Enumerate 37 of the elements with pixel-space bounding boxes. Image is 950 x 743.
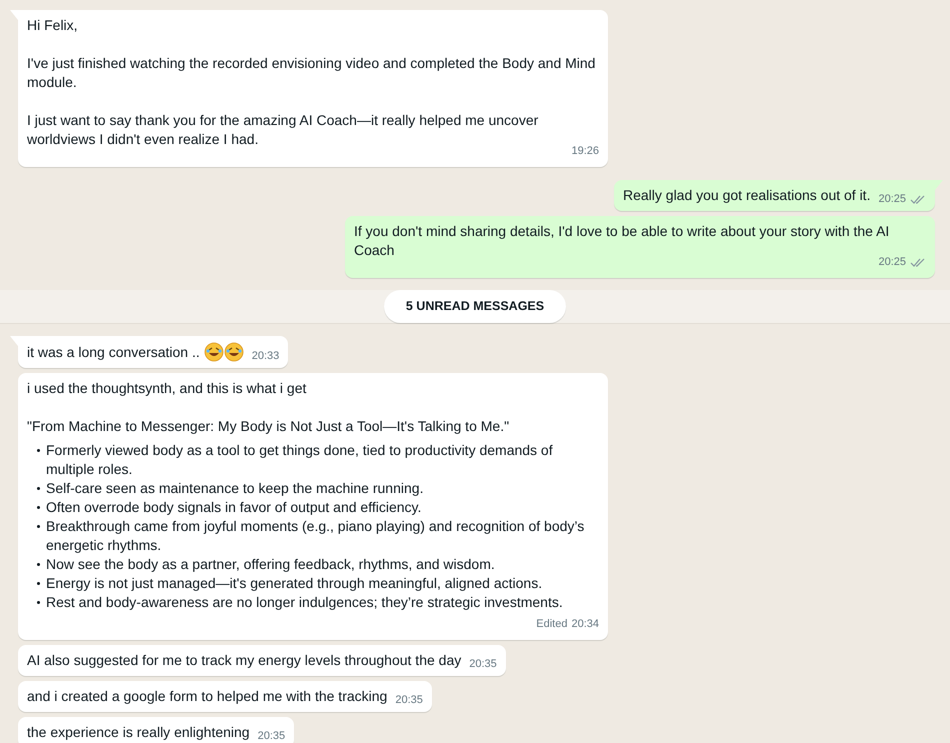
bullet-icon (37, 600, 40, 604)
message-time: 20:35 (469, 656, 497, 672)
unread-messages-badge: 5 UNREAD MESSAGES (384, 290, 566, 323)
message-text: the experience is really enlightening (27, 722, 250, 742)
message-text: "From Machine to Messenger: My Body is Not Just a Tool—It's Talking to Me." (27, 416, 510, 436)
message-text: it was a long conversation .. (27, 342, 200, 362)
bullet-icon (37, 582, 40, 585)
message-text: and i created a google form to helped me with the tracking (27, 686, 388, 706)
message-text: If you don't mind sharing details, I'd love to be able to write about your story with the AI Coach (354, 222, 890, 258)
message-time: 20:25 (878, 255, 906, 270)
bullet-text: Breakthrough came from joyful moments (e.g., piano playing) and recognition of body’s energetic rhythms. (46, 516, 586, 555)
message-text: Hi Felix, (27, 16, 79, 35)
message-time: 20:35 (395, 692, 423, 708)
message-text: I just want to say thank you for the amazing AI Coach—it really helped me uncover worldviews I didn't even realize I had. (27, 111, 540, 149)
message-text: I've just finished watching the recorded envisioning video and completed the Body and Mind module. (27, 54, 596, 92)
bullet-text: Now see the body as a partner, offering feedback, rhythms, and wisdom. (46, 554, 495, 574)
bullet-icon (37, 524, 40, 528)
message-text: Really glad you got realisations out of it. (622, 186, 870, 205)
bullet-text: Formerly viewed body as a tool to get things done, tied to productivity demands of multiple roles. (46, 440, 554, 479)
bullet-text: Self-care seen as maintenance to keep the machine running. (46, 478, 424, 498)
message-text: i used the thoughtsynth, and this is what i get (27, 378, 308, 398)
bullet-text: Often overrode body signals in favor of output and efficiency. (46, 498, 422, 517)
message-time: 20:34 (571, 616, 599, 632)
bullet-icon (37, 486, 40, 490)
bullet-icon (37, 506, 40, 509)
bullet-icon (37, 562, 40, 566)
bullet-text: Energy is not just managed—it's generated through meaningful, aligned actions. (46, 574, 542, 593)
message-time: 19:26 (571, 144, 599, 159)
bullet-icon (37, 448, 40, 452)
edited-label: Edited (536, 616, 568, 632)
message-time: 20:35 (258, 728, 286, 743)
message-text: AI also suggested for me to track my energy levels throughout the day (27, 650, 462, 670)
bullet-text: Rest and body-awareness are no longer indulgences; they’re strategic investments. (46, 592, 563, 612)
laughing-emoji-icon (204, 342, 224, 362)
message-time: 20:25 (878, 192, 906, 207)
laughing-emoji-icon (224, 342, 244, 362)
message-time: 20:33 (252, 348, 280, 364)
